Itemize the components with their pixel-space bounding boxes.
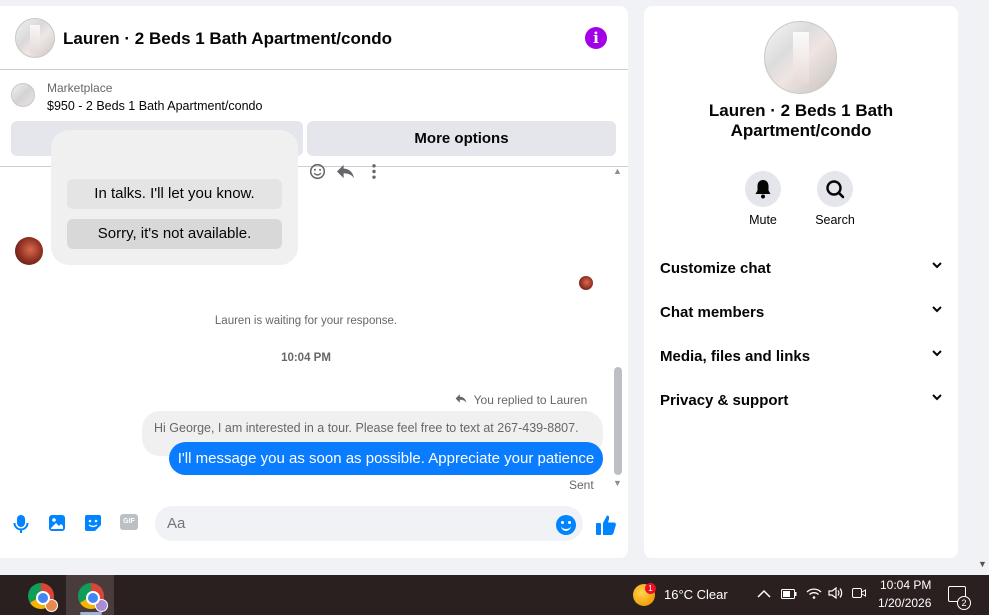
microphone-icon[interactable] <box>12 514 30 533</box>
listing-title[interactable]: $950 - 2 Beds 1 Bath Apartment/condo <box>47 99 262 113</box>
emoji-react-icon[interactable] <box>308 163 327 182</box>
mute-action[interactable]: Mute <box>733 171 793 227</box>
mute-label: Mute <box>749 213 777 227</box>
taskbar: 1 16°C Clear 10:04 PM 1/20/2026 2 <box>0 575 989 615</box>
gif-icon[interactable]: GIF <box>120 514 138 532</box>
marketplace-label: Marketplace <box>47 81 113 95</box>
like-icon[interactable] <box>595 514 617 536</box>
more-options-button[interactable]: More options <box>307 121 616 156</box>
conversation-title[interactable]: Lauren · 2 Beds 1 Bath Apartment/condo <box>63 29 392 49</box>
details-name: Lauren · 2 Beds 1 Bath Apartment/condo <box>708 101 894 140</box>
conversation-avatar[interactable] <box>15 18 55 58</box>
quick-reply-not-available[interactable]: Sorry, it's not available. <box>67 219 282 249</box>
sticker-icon[interactable] <box>84 514 102 532</box>
listing-thumbnail[interactable] <box>11 83 35 107</box>
conversation-details-panel: Lauren · 2 Beds 1 Bath Apartment/condo M… <box>644 6 958 558</box>
seen-indicator-avatar <box>579 276 593 290</box>
emoji-icon[interactable] <box>556 515 576 535</box>
message-actions <box>308 163 383 182</box>
quick-reply-in-talks[interactable]: In talks. I'll let you know. <box>67 179 282 209</box>
volume-icon[interactable] <box>828 586 844 602</box>
waiting-notice: Lauren is waiting for your response. <box>214 315 398 327</box>
section-label: Media, files and links <box>660 348 811 365</box>
section-chat-members[interactable]: Chat members <box>660 304 942 321</box>
search-action[interactable]: Search <box>805 171 865 227</box>
meet-now-icon[interactable] <box>852 587 866 602</box>
chevron-down-icon <box>932 304 942 316</box>
notification-count: 2 <box>957 596 971 610</box>
gif-label: GIF <box>120 514 138 530</box>
chat-header: Lauren · 2 Beds 1 Bath Apartment/condo i <box>0 6 628 70</box>
page-scroll-down-arrow[interactable]: ▼ <box>978 559 987 569</box>
message-input[interactable] <box>155 506 583 541</box>
reply-icon[interactable] <box>336 163 355 182</box>
reply-arrow-icon <box>455 392 471 407</box>
section-label: Chat members <box>660 304 765 321</box>
scroll-up-arrow[interactable]: ▲ <box>613 166 622 176</box>
chrome-profile-1-icon[interactable] <box>28 583 58 612</box>
battery-icon[interactable] <box>781 587 797 602</box>
chevron-up-icon[interactable] <box>757 587 771 602</box>
clock-date[interactable]: 1/20/2026 <box>878 596 931 610</box>
weather-text[interactable]: 16°C Clear <box>664 587 728 602</box>
chat-panel: Lauren · 2 Beds 1 Bath Apartment/condo i… <box>0 6 628 558</box>
image-icon[interactable] <box>48 514 66 532</box>
reply-indicator: You replied to Lauren <box>455 392 587 407</box>
section-privacy-support[interactable]: Privacy & support <box>660 392 942 409</box>
scroll-down-arrow[interactable]: ▼ <box>613 478 622 488</box>
bell-icon[interactable] <box>745 171 781 207</box>
section-media-files-links[interactable]: Media, files and links <box>660 348 942 365</box>
chevron-down-icon <box>932 348 942 360</box>
clock-time[interactable]: 10:04 PM <box>880 578 931 592</box>
chevron-down-icon <box>932 392 942 404</box>
wifi-icon[interactable] <box>806 587 822 602</box>
profile-badge <box>95 599 108 612</box>
search-icon[interactable] <box>817 171 853 207</box>
message-timestamp: 10:04 PM <box>281 352 331 364</box>
search-label: Search <box>815 213 855 227</box>
more-icon[interactable] <box>364 163 383 182</box>
sender-avatar[interactable] <box>15 237 43 265</box>
reply-indicator-label: You replied to Lauren <box>473 393 588 407</box>
section-label: Customize chat <box>660 260 771 277</box>
weather-badge: 1 <box>645 583 656 594</box>
info-icon[interactable]: i <box>585 27 607 49</box>
profile-avatar[interactable] <box>764 21 837 94</box>
profile-badge <box>45 599 58 612</box>
chevron-down-icon <box>932 260 942 272</box>
section-label: Privacy & support <box>660 392 789 409</box>
scrollbar-thumb[interactable] <box>614 367 622 475</box>
sent-status: Sent <box>569 478 594 492</box>
section-customize-chat[interactable]: Customize chat <box>660 260 942 277</box>
sent-message-bubble[interactable]: I'll message you as soon as possible. Ap… <box>169 442 603 475</box>
chrome-profile-2-icon[interactable] <box>78 583 108 612</box>
message-composer: GIF <box>0 502 628 546</box>
